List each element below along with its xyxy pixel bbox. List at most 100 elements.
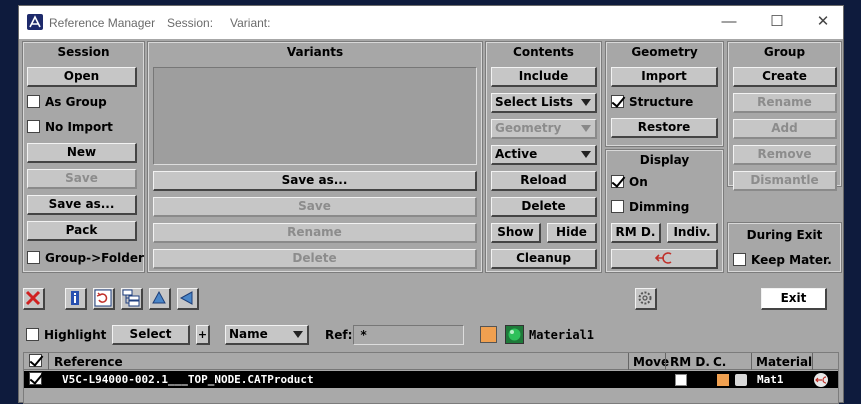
group-rename-button[interactable]: Rename: [733, 93, 837, 113]
group-remove-button[interactable]: Remove: [733, 145, 837, 165]
highlight-box[interactable]: [26, 328, 39, 341]
header-select-all-checkbox[interactable]: [29, 354, 47, 370]
select-button[interactable]: Select: [112, 325, 190, 345]
variants-delete-button[interactable]: Delete: [153, 249, 477, 269]
move-up-icon[interactable]: [149, 288, 171, 310]
include-button[interactable]: Include: [491, 67, 597, 87]
group-panel: Group Create Rename Add Remove Dismantle: [727, 41, 842, 191]
import-button[interactable]: Import: [611, 67, 718, 87]
no-import-label: No Import: [45, 120, 113, 134]
row-color-swatch[interactable]: [717, 374, 729, 386]
delete-x-icon[interactable]: [23, 288, 45, 310]
group-create-button[interactable]: Create: [733, 67, 837, 87]
row-checkbox[interactable]: [29, 372, 47, 388]
app-icon: [27, 14, 43, 30]
restore-button[interactable]: Restore: [611, 118, 718, 138]
info-icon[interactable]: [65, 288, 87, 310]
during-exit-title: During Exit: [746, 228, 823, 242]
name-dropdown[interactable]: Name: [225, 325, 309, 345]
col-rm-d[interactable]: RM D.: [670, 355, 710, 369]
col-move[interactable]: Move: [633, 355, 669, 369]
keep-mater-checkbox[interactable]: Keep Mater.: [733, 253, 832, 269]
chevron-down-icon: [581, 99, 591, 106]
select-lists-dropdown[interactable]: Select Lists: [491, 93, 597, 113]
structure-checkbox[interactable]: Structure: [611, 95, 693, 111]
session-save-as-button[interactable]: Save as...: [27, 195, 137, 215]
display-on-label: On: [629, 175, 648, 189]
active-dropdown[interactable]: Active: [491, 145, 597, 165]
header-select-all-box[interactable]: [29, 354, 42, 367]
minimize-icon[interactable]: —: [719, 12, 739, 32]
col-material[interactable]: Material: [756, 355, 812, 369]
tree-structure-icon[interactable]: [121, 288, 143, 310]
variants-save-button[interactable]: Save: [153, 197, 477, 217]
as-group-box[interactable]: [27, 95, 40, 108]
row-rm-d-checkbox[interactable]: [675, 374, 687, 386]
contents-delete-button[interactable]: Delete: [491, 197, 597, 217]
row-check-box[interactable]: [29, 372, 42, 385]
plus-button[interactable]: +: [196, 325, 210, 345]
group-dismantle-button[interactable]: Dismantle: [733, 171, 837, 191]
session-panel: Session Open As Group No Import New Save…: [22, 41, 145, 273]
material-sphere-icon[interactable]: [505, 325, 524, 344]
link-arrow-icon: [654, 252, 672, 264]
col-c[interactable]: C.: [713, 355, 726, 369]
row-link-icon[interactable]: [814, 373, 828, 387]
ref-label: Ref:: [325, 328, 353, 342]
dimming-checkbox[interactable]: Dimming: [611, 200, 689, 216]
ref-input[interactable]: *: [353, 325, 464, 345]
geometry-panel: Geometry Import Structure Restore: [605, 41, 724, 147]
display-on-checkbox[interactable]: On: [611, 175, 648, 191]
variants-title: Variants: [286, 45, 344, 59]
exit-button[interactable]: Exit: [761, 288, 827, 310]
new-button[interactable]: New: [27, 143, 137, 163]
group-folder-label: Group->Folder: [45, 251, 144, 265]
variant-label: Variant:: [230, 16, 271, 30]
close-icon[interactable]: ✕: [813, 12, 833, 32]
geometry-title: Geometry: [631, 45, 698, 59]
reference-table: Reference Move RM D. C. Material V5C-L94…: [23, 352, 839, 404]
group-folder-box[interactable]: [27, 251, 40, 264]
dimming-box[interactable]: [611, 200, 624, 213]
as-group-label: As Group: [45, 95, 107, 109]
refresh-icon[interactable]: [93, 288, 115, 310]
open-button[interactable]: Open: [27, 67, 137, 87]
display-on-box[interactable]: [611, 175, 624, 188]
chevron-down-icon: [293, 331, 303, 338]
hide-button[interactable]: Hide: [547, 223, 597, 243]
pack-button[interactable]: Pack: [27, 221, 137, 241]
keep-mater-label: Keep Mater.: [751, 253, 832, 267]
maximize-icon[interactable]: ☐: [767, 12, 787, 32]
table-header: Reference Move RM D. C. Material: [24, 353, 838, 370]
table-row[interactable]: V5C-L94000-002.1___TOP_NODE.CATProduct M…: [24, 371, 838, 388]
dimming-label: Dimming: [629, 200, 690, 214]
cleanup-button[interactable]: Cleanup: [491, 249, 597, 269]
col-reference[interactable]: Reference: [54, 355, 123, 369]
rm-d-button[interactable]: RM D.: [611, 223, 661, 243]
variants-rename-button[interactable]: Rename: [153, 223, 477, 243]
show-button[interactable]: Show: [491, 223, 541, 243]
row-reference: V5C-L94000-002.1___TOP_NODE.CATProduct: [62, 373, 314, 386]
highlight-checkbox[interactable]: Highlight: [26, 328, 106, 344]
settings-gear-icon[interactable]: [635, 288, 657, 310]
reload-button[interactable]: Reload: [491, 171, 597, 191]
dimming-link-button[interactable]: [611, 249, 718, 269]
geometry-dropdown[interactable]: Geometry: [491, 119, 597, 139]
group-folder-checkbox[interactable]: Group->Folder: [27, 251, 144, 267]
structure-box[interactable]: [611, 95, 624, 108]
move-left-icon[interactable]: [177, 288, 199, 310]
keep-mater-box[interactable]: [733, 253, 746, 266]
no-import-checkbox[interactable]: No Import: [27, 120, 113, 136]
variants-save-as-button[interactable]: Save as...: [153, 171, 477, 191]
as-group-checkbox[interactable]: As Group: [27, 95, 107, 111]
variants-list[interactable]: [153, 67, 477, 165]
material-color-swatch[interactable]: [480, 326, 497, 343]
indiv-button[interactable]: Indiv.: [667, 223, 718, 243]
session-title: Session: [57, 45, 110, 59]
group-add-button[interactable]: Add: [733, 119, 837, 139]
no-import-box[interactable]: [27, 120, 40, 133]
session-label: Session:: [167, 16, 214, 30]
chevron-down-icon: [581, 125, 591, 132]
title-bar: Reference Manager Session: Variant: — ☐ …: [19, 6, 843, 39]
session-save-button[interactable]: Save: [27, 169, 137, 189]
